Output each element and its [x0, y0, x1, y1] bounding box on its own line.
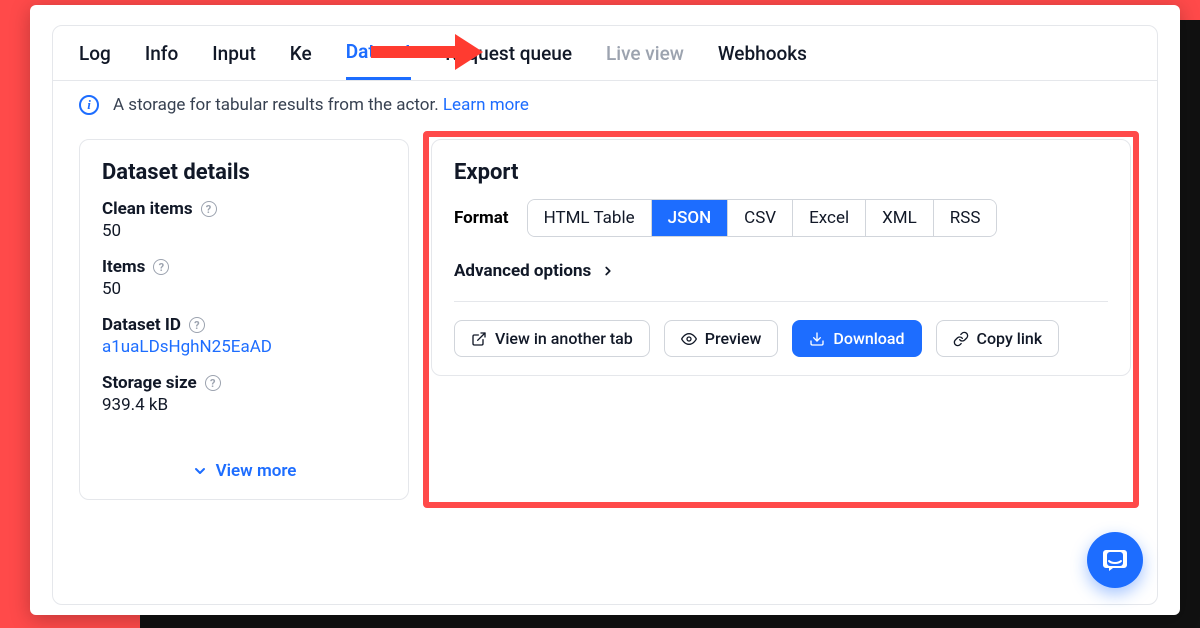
help-icon[interactable]: ? — [189, 317, 205, 333]
download-icon — [809, 331, 825, 347]
tab-input[interactable]: Input — [212, 42, 256, 79]
chat-icon — [1101, 546, 1129, 574]
tab-request-queue[interactable]: Request queue — [445, 42, 572, 79]
view-in-another-tab-label: View in another tab — [495, 329, 633, 348]
format-xml[interactable]: XML — [866, 200, 934, 236]
tab-live-view[interactable]: Live view — [606, 42, 684, 79]
tab-info[interactable]: Info — [145, 42, 178, 79]
tab-key-value-store[interactable]: Ke — [290, 42, 312, 79]
chevron-right-icon — [601, 264, 615, 278]
help-icon[interactable]: ? — [205, 375, 221, 391]
clean-items-value: 50 — [102, 221, 386, 241]
chevron-down-icon — [192, 463, 208, 479]
items-value: 50 — [102, 279, 386, 299]
format-segmented-control: HTML Table JSON CSV Excel XML RSS — [527, 199, 998, 237]
main-panel: Log Info Input Ke Dataset Request queue … — [52, 25, 1158, 605]
link-icon — [953, 331, 969, 347]
view-more-button[interactable]: View more — [102, 461, 386, 481]
advanced-options-label: Advanced options — [454, 261, 591, 281]
dataset-id-value[interactable]: a1uaLDsHghN25EaAD — [102, 337, 386, 357]
format-csv[interactable]: CSV — [728, 200, 793, 236]
info-icon: i — [79, 95, 99, 115]
copy-link-label: Copy link — [977, 329, 1043, 348]
export-card: Export Format HTML Table JSON CSV Excel … — [431, 139, 1131, 376]
tab-webhooks[interactable]: Webhooks — [718, 42, 807, 79]
learn-more-link[interactable]: Learn more — [443, 95, 529, 115]
run-tabs: Log Info Input Ke Dataset Request queue … — [53, 26, 1157, 81]
format-label: Format — [454, 208, 509, 228]
intercom-chat-button[interactable] — [1087, 532, 1143, 588]
export-title: Export — [454, 160, 1108, 185]
eye-icon — [681, 331, 697, 347]
format-html-table[interactable]: HTML Table — [528, 200, 652, 236]
clean-items-label: Clean items — [102, 199, 193, 219]
dataset-info-bar: i A storage for tabular results from the… — [53, 81, 1157, 129]
app-window: Log Info Input Ke Dataset Request queue … — [30, 5, 1180, 615]
items-label: Items — [102, 257, 145, 277]
view-in-another-tab-button[interactable]: View in another tab — [454, 320, 650, 357]
help-icon[interactable]: ? — [153, 259, 169, 275]
storage-size-value: 939.4 kB — [102, 395, 386, 415]
download-button[interactable]: Download — [792, 320, 921, 357]
copy-link-button[interactable]: Copy link — [936, 320, 1060, 357]
format-json[interactable]: JSON — [652, 200, 729, 236]
dataset-id-label: Dataset ID — [102, 315, 181, 335]
format-rss[interactable]: RSS — [934, 200, 997, 236]
preview-button[interactable]: Preview — [664, 320, 779, 357]
format-excel[interactable]: Excel — [793, 200, 866, 236]
dataset-details-title: Dataset details — [102, 160, 386, 185]
info-text: A storage for tabular results from the a… — [113, 95, 439, 115]
tab-dataset[interactable]: Dataset — [346, 40, 412, 80]
preview-label: Preview — [705, 329, 762, 348]
external-link-icon — [471, 331, 487, 347]
storage-size-label: Storage size — [102, 373, 197, 393]
dataset-details-card: Dataset details Clean items ? 50 Items ?… — [79, 139, 409, 500]
help-icon[interactable]: ? — [201, 201, 217, 217]
download-label: Download — [833, 329, 904, 348]
tab-log[interactable]: Log — [79, 42, 111, 79]
advanced-options-toggle[interactable]: Advanced options — [454, 261, 1108, 302]
view-more-label: View more — [216, 461, 297, 481]
